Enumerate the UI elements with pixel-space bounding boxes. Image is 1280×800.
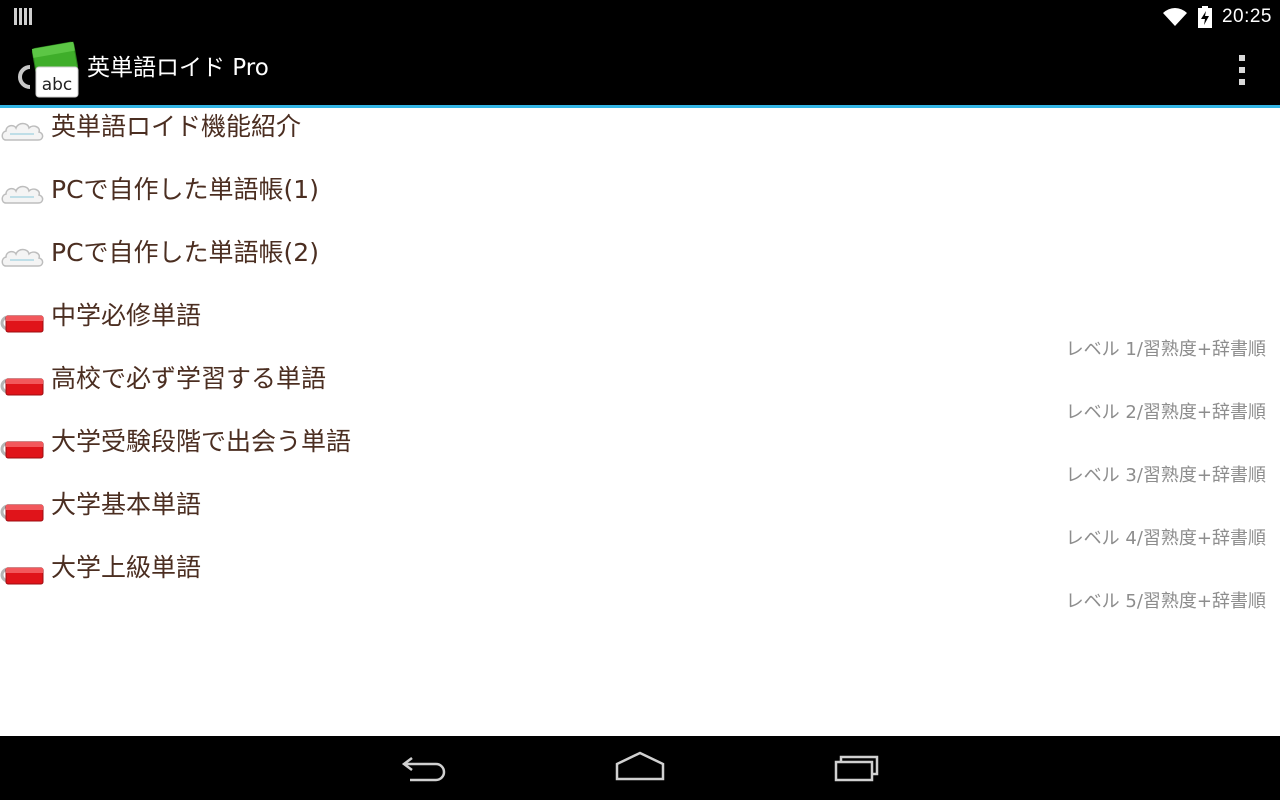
wordbook-level: レベル 3/習熟度+辞書順 <box>1065 465 1266 486</box>
wordbook-title: PCで自作した単語帳(2) <box>51 238 319 267</box>
wordbook-level: レベル 4/習熟度+辞書順 <box>1065 528 1266 549</box>
wordbook-title: 大学基本単語 <box>51 490 202 519</box>
overflow-menu-button[interactable] <box>1236 55 1248 85</box>
status-bar: 20:25 <box>0 0 1280 33</box>
cloud-icon <box>1 248 44 267</box>
app-logo-icon[interactable]: abc <box>16 39 80 101</box>
wordbook-level: レベル 5/習熟度+辞書順 <box>1065 591 1266 612</box>
home-icon[interactable] <box>612 750 668 786</box>
list-item[interactable]: 大学上級単語 レベル 5/習熟度+辞書順 <box>0 549 1280 612</box>
wordbook-title: 大学受験段階で出会う単語 <box>51 427 352 456</box>
wordbook-level: レベル 2/習熟度+辞書順 <box>1065 402 1266 423</box>
list-item[interactable]: 英単語ロイド機能紹介 <box>0 108 1280 171</box>
wordbook-title: 高校で必ず学習する単語 <box>51 364 327 393</box>
wifi-icon <box>1162 7 1187 26</box>
red-tag-icon <box>0 315 44 333</box>
clock: 20:25 <box>1221 5 1272 27</box>
list-item[interactable]: PCで自作した単語帳(1) <box>0 171 1280 234</box>
list-item[interactable]: 大学受験段階で出会う単語 レベル 3/習熟度+辞書順 <box>0 423 1280 486</box>
wordbook-list: 英単語ロイド機能紹介 PCで自作した単語帳(1) PCで自作した単語帳(2) 中… <box>0 108 1280 736</box>
list-item[interactable]: PCで自作した単語帳(2) <box>0 234 1280 297</box>
wordbook-level: レベル 1/習熟度+辞書順 <box>1065 339 1266 360</box>
list-item[interactable]: 高校で必ず学習する単語 レベル 2/習熟度+辞書順 <box>0 360 1280 423</box>
wordbook-title: 大学上級単語 <box>51 553 202 582</box>
red-tag-icon <box>0 504 44 522</box>
action-bar: abc 英単語ロイド Pro <box>0 33 1280 108</box>
cloud-icon <box>1 185 44 204</box>
wordbook-title: 中学必修単語 <box>51 301 202 330</box>
notification-bars-icon <box>14 8 32 25</box>
list-item[interactable]: 中学必修単語 レベル 1/習熟度+辞書順 <box>0 297 1280 360</box>
back-icon[interactable] <box>396 750 452 786</box>
red-tag-icon <box>0 378 44 396</box>
navigation-bar <box>0 736 1280 800</box>
red-tag-icon <box>0 441 44 459</box>
wordbook-title: 英単語ロイド機能紹介 <box>51 112 302 141</box>
cloud-icon <box>1 122 44 141</box>
wordbook-title: PCで自作した単語帳(1) <box>51 175 319 204</box>
list-item[interactable]: 大学基本単語 レベル 4/習熟度+辞書順 <box>0 486 1280 549</box>
app-title: 英単語ロイド Pro <box>87 55 269 81</box>
battery-charging-icon <box>1197 5 1212 28</box>
overflow-menu-icon <box>1239 55 1245 61</box>
app-logo-text: abc <box>42 75 73 95</box>
status-icons: 20:25 <box>1162 0 1272 33</box>
recent-apps-icon[interactable] <box>829 750 885 786</box>
red-tag-icon <box>0 567 44 585</box>
